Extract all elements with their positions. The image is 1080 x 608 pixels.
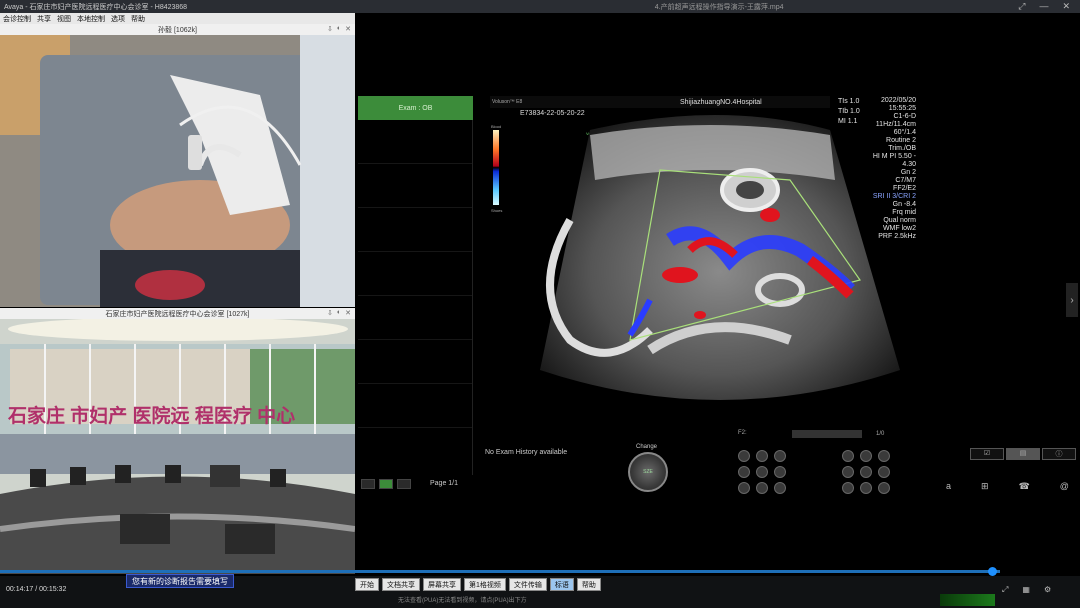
settings-icon[interactable]: ◐ [337, 25, 341, 33]
minimize-icon[interactable]: — [1039, 1, 1048, 12]
right-icons: a ⊞ ☎ @ [946, 481, 1069, 492]
control-button[interactable] [738, 466, 750, 478]
camera-2-label: 石家庄市妇产医院远程医疗中心会诊室 [1027k] [105, 310, 250, 318]
screen-share-button[interactable]: 屏幕共享 [423, 578, 461, 591]
camera-1-header: 孙毅 [1062k] ⇩ ◐ ✕ [0, 24, 355, 35]
list-view-button[interactable] [361, 479, 375, 489]
grid2-view-button[interactable] [379, 479, 393, 489]
pager-label: F2: [738, 430, 747, 436]
grid4-view-button[interactable] [397, 479, 411, 489]
pager-slider[interactable] [792, 430, 862, 438]
control-button[interactable] [842, 450, 854, 462]
menu-item-help[interactable]: 帮助 [131, 14, 145, 24]
app-title: Avaya - 石家庄市妇产医院远程医疗中心会诊室 - H8423868 [4, 3, 188, 11]
phone-icon[interactable]: ☎ [1019, 481, 1030, 492]
grid-icon[interactable]: ▦ [1022, 585, 1030, 595]
control-button[interactable] [842, 466, 854, 478]
help-button[interactable]: 帮助 [576, 578, 601, 591]
ultrasound-image [540, 115, 900, 400]
menu-item-local-control[interactable]: 本地控制 [77, 14, 105, 24]
download-icon[interactable]: ⇩ [327, 309, 333, 317]
video-time: 00:14:17 / 00:15:32 [6, 586, 67, 593]
exam-history-status: No Exam History available [485, 449, 568, 456]
right-tabs: ☑ ▤ ⓘ [970, 448, 1076, 460]
download-icon[interactable]: ⇩ [327, 25, 333, 33]
control-button[interactable] [860, 450, 872, 462]
tab-checklist[interactable]: ☑ [970, 448, 1004, 460]
menu-item-consult-control[interactable]: 会诊控制 [3, 14, 31, 24]
camera-2-video[interactable]: 石家庄 市妇产 医院远 程医疗 中心 [0, 319, 355, 574]
camera-1-label: 孙毅 [1062k] [158, 26, 197, 34]
control-grid-right [842, 450, 892, 494]
control-grid-left [738, 450, 788, 494]
chevron-right-icon[interactable]: › [1066, 283, 1078, 317]
file-transfer-button[interactable]: 文件传输 [508, 578, 547, 591]
video-progress-bar[interactable] [0, 570, 1000, 573]
doppler-color-bar [493, 130, 499, 205]
control-button[interactable] [774, 482, 786, 494]
start-button[interactable]: 开始 [355, 578, 379, 591]
fullscreen-icon[interactable]: ⤢ [1018, 1, 1025, 12]
camera-2-header: 石家庄市妇产医院远程医疗中心会诊室 [1027k] ⇩ ◐ ✕ [0, 308, 355, 319]
tab-chart[interactable]: ▤ [1006, 448, 1040, 460]
text-icon[interactable]: a [946, 481, 951, 492]
document-share-button[interactable]: 文档共享 [382, 578, 420, 591]
control-button[interactable] [860, 466, 872, 478]
settings-icon[interactable]: ⚙ [1044, 585, 1051, 595]
tab-info[interactable]: ⓘ [1042, 448, 1076, 460]
menu-item-share[interactable]: 共享 [37, 14, 51, 24]
at-icon[interactable]: @ [1060, 481, 1069, 492]
settings-icon[interactable]: ◐ [337, 309, 341, 317]
bottom-toolbar: 开始 文档共享 屏幕共享 第1格视频 文件传输 标语 帮助 [355, 578, 601, 591]
menu-item-view[interactable]: 视图 [57, 14, 71, 24]
exam-tab[interactable]: Exam : OB [358, 96, 473, 120]
control-button[interactable] [878, 482, 890, 494]
ultrasound-header: Voluson™ E8 ShijiazhuangNO.4Hospital [490, 96, 830, 108]
file-title: 4.产前超声远程操作指导演示-王露萍.mp4 [654, 3, 784, 11]
menu-item-options[interactable]: 选项 [111, 14, 125, 24]
control-button[interactable] [878, 450, 890, 462]
control-button[interactable] [738, 482, 750, 494]
colorbar-top-label: Blood [491, 124, 502, 129]
control-button[interactable] [774, 466, 786, 478]
control-button[interactable] [774, 450, 786, 462]
control-button[interactable] [860, 482, 872, 494]
change-knob[interactable]: SZE [628, 452, 668, 492]
signal-graph [940, 594, 995, 606]
control-button[interactable] [738, 450, 750, 462]
view-buttons [361, 479, 411, 489]
voluson-logo: Voluson™ E8 [492, 99, 523, 105]
change-label: Change [636, 444, 658, 450]
conference-room-image [0, 319, 355, 574]
bottom-right-icons: ⤢ ▦ ⚙ [1002, 585, 1051, 595]
page-indicator: Page 1/1 [430, 480, 459, 487]
close-icon[interactable]: ✕ [1062, 1, 1070, 12]
close-icon[interactable]: ✕ [345, 25, 351, 33]
network-icon[interactable]: ⊞ [981, 481, 989, 492]
video-grid-button[interactable]: 第1格视频 [464, 578, 506, 591]
close-icon[interactable]: ✕ [345, 309, 351, 317]
control-button[interactable] [756, 482, 768, 494]
colorbar-bottom-label: Shoes [491, 208, 503, 213]
control-button[interactable] [756, 466, 768, 478]
banner-button[interactable]: 标语 [549, 578, 574, 591]
exam-scene-image [0, 35, 355, 307]
menu-bar: 会诊控制 共享 视图 本地控制 选项 帮助 [0, 13, 355, 24]
control-button[interactable] [756, 450, 768, 462]
conference-room-sign: 石家庄 市妇产 医院远 程医疗 中心 [8, 406, 296, 427]
camera-1-video[interactable] [0, 35, 355, 307]
hospital-name: ShijiazhuangNO.4Hospital [680, 98, 762, 106]
control-button[interactable] [878, 466, 890, 478]
report-notice[interactable]: 您有新的诊断报告需要填写 [126, 574, 234, 588]
hint-text: 无法查看(PUA)无法看到视频，请点(PUA)出下方 [398, 598, 527, 604]
exam-history-panel [358, 120, 473, 475]
expand-icon[interactable]: ⤢ [1002, 585, 1008, 595]
pager-count: 1/0 [876, 431, 885, 437]
video-progress-thumb[interactable] [988, 567, 997, 576]
control-button[interactable] [842, 482, 854, 494]
title-bar: Avaya - 石家庄市妇产医院远程医疗中心会诊室 - H8423868 4.产… [0, 0, 1080, 13]
